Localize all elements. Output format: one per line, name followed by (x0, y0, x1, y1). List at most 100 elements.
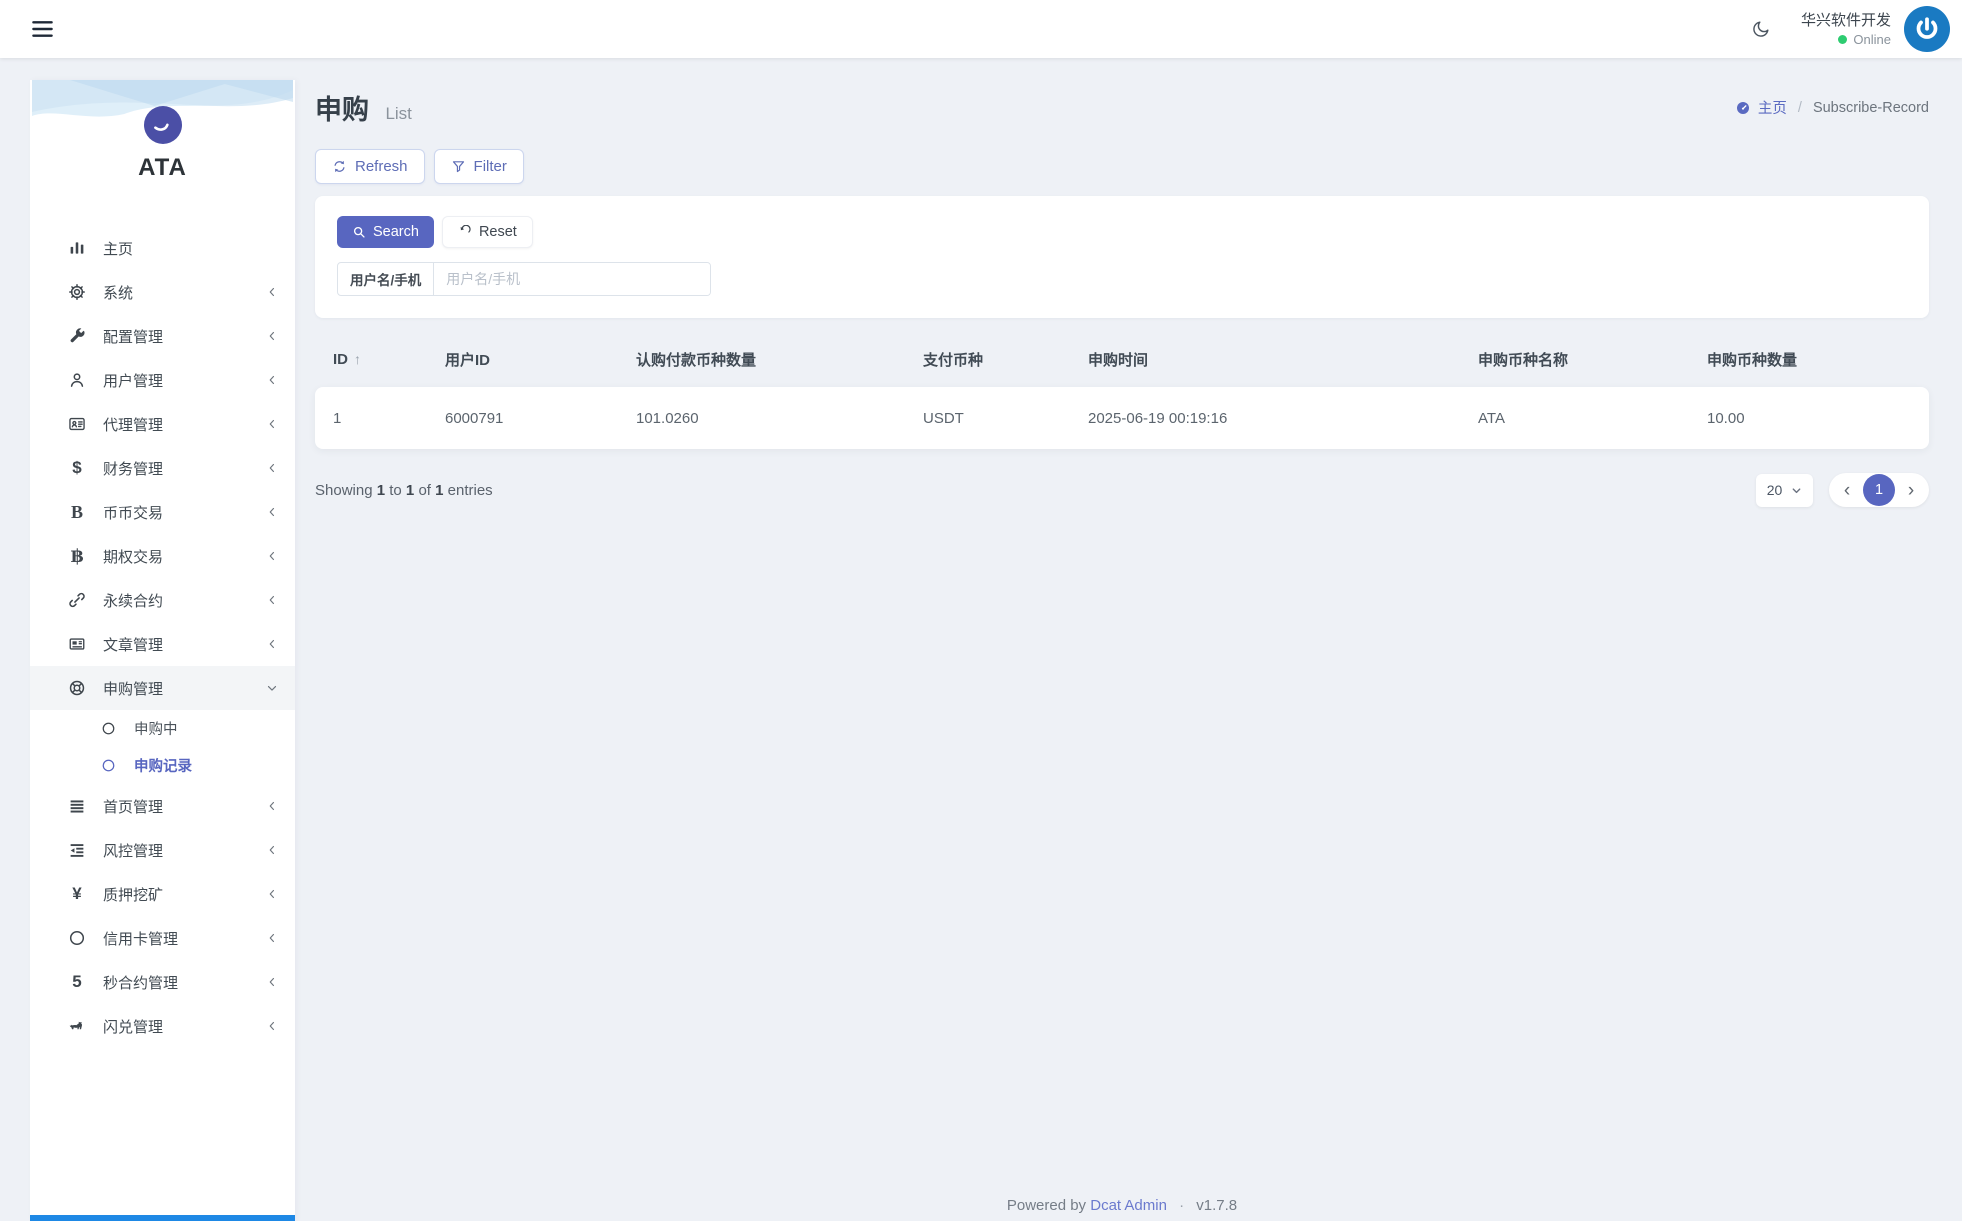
chevron-left-icon (265, 329, 279, 343)
sidebar-item-home-page[interactable]: 首页管理 (30, 784, 295, 828)
sidebar-bottom-accent (30, 1215, 295, 1221)
id-card-icon (66, 415, 88, 433)
refresh-button[interactable]: Refresh (315, 149, 425, 184)
user-icon (66, 371, 88, 389)
chevron-left-icon (265, 799, 279, 813)
reset-icon (458, 225, 472, 239)
list-icon (66, 797, 88, 815)
moon-icon (1751, 19, 1771, 39)
column-header: 认购付款币种数量 (618, 349, 905, 370)
sidebar-subitem-subscribe-record[interactable]: 申购记录 (30, 747, 295, 784)
sidebar-item-label: 质押挖矿 (103, 884, 265, 905)
power-icon (1912, 14, 1942, 44)
sidebar-item-home[interactable]: 主页 (30, 226, 295, 270)
current-page-button[interactable]: 1 (1863, 474, 1895, 506)
sidebar-item-label: 信用卡管理 (103, 928, 265, 949)
sort-asc-icon: ↑ (354, 351, 361, 367)
sidebar-item-options-trading[interactable]: ฿期权交易 (30, 534, 295, 578)
column-header: 申购时间 (1070, 349, 1460, 370)
sidebar-item-risk-control[interactable]: 风控管理 (30, 828, 295, 872)
column-header: 用户ID (427, 349, 618, 370)
column-header: 申购币种数量 (1689, 349, 1929, 370)
table-body: 16000791101.0260USDT2025-06-19 00:19:16A… (315, 387, 1929, 449)
chevron-down-icon (1791, 485, 1802, 496)
reset-button[interactable]: Reset (442, 216, 533, 248)
filter-button[interactable]: Filter (434, 149, 524, 184)
search-panel: Search Reset 用户名/手机 (315, 196, 1929, 318)
brand-name: ATA (30, 154, 295, 182)
chevron-left-icon (265, 461, 279, 475)
sidebar-item-articles[interactable]: 文章管理 (30, 622, 295, 666)
breadcrumb-separator: / (1798, 100, 1802, 116)
yen-icon: ¥ (66, 884, 88, 904)
dcat-admin-link[interactable]: Dcat Admin (1090, 1197, 1167, 1214)
sidebar-item-finance[interactable]: $财务管理 (30, 446, 295, 490)
showing-entries-text: Showing 1 to 1 of 1 entries (315, 482, 493, 499)
chevron-left-icon (265, 843, 279, 857)
next-page-button[interactable]: › (1902, 481, 1920, 500)
sidebar-item-label: 期权交易 (103, 546, 265, 567)
previous-page-button[interactable]: ‹ (1838, 481, 1856, 500)
sidebar-item-label: 永续合约 (103, 590, 265, 611)
chevron-left-icon (265, 505, 279, 519)
sidebar-item-subscribe[interactable]: 申购管理 (30, 666, 295, 710)
sidebar-subitem-subscribing[interactable]: 申购中 (30, 710, 295, 747)
sidebar-item-flash-exchange[interactable]: 闪兑管理 (30, 1004, 295, 1048)
sidebar-item-seconds-contract[interactable]: 5秒合约管理 (30, 960, 295, 1004)
breadcrumb-home-link[interactable]: 主页 (1735, 97, 1787, 118)
dark-mode-toggle[interactable] (1747, 15, 1775, 43)
brand-area: ATA (30, 80, 295, 226)
user-menu[interactable]: 华兴软件开发 Online (1801, 6, 1950, 52)
sidebar-item-staking-mining[interactable]: ¥ 质押挖矿 (30, 872, 295, 916)
username-phone-input[interactable] (434, 263, 710, 295)
sidebar-item-credit-card[interactable]: 信用卡管理 (30, 916, 295, 960)
user-name: 华兴软件开发 (1801, 12, 1891, 30)
username-phone-field-group: 用户名/手机 (337, 262, 711, 296)
letter-b-icon: B (66, 502, 88, 523)
sidebar-item-label: 秒合约管理 (103, 972, 265, 993)
circle-icon (97, 721, 119, 736)
search-icon (352, 225, 366, 239)
sidebar-item-label: 用户管理 (103, 370, 265, 391)
chevron-down-icon (265, 681, 279, 695)
online-status-label: Online (1853, 32, 1891, 47)
page-subtitle: List (385, 104, 411, 123)
grid-toolbar: Refresh Filter (315, 149, 1929, 184)
chevron-left-icon (265, 887, 279, 901)
link-icon (66, 591, 88, 609)
chart-bar-icon (66, 239, 88, 257)
filter-icon (451, 159, 466, 174)
chevron-left-icon (265, 931, 279, 945)
sidebar-subitem-label: 申购中 (134, 718, 279, 739)
sidebar-menu: 主页系统配置管理用户管理代理管理$财务管理B币币交易฿期权交易永续合约文章管理申… (30, 226, 295, 1048)
sidebar: ATA 主页系统配置管理用户管理代理管理 $财务管理 B 币币交易 ฿期权交易永续合约文… (30, 80, 295, 1221)
sidebar-toggle-button[interactable] (26, 14, 59, 44)
column-header: 支付币种 (905, 349, 1070, 370)
table-cell: 101.0260 (618, 410, 905, 427)
column-header: 申购币种名称 (1460, 349, 1689, 370)
chevron-left-icon (265, 417, 279, 431)
breadcrumb-current: Subscribe-Record (1813, 100, 1929, 116)
main-content: 申购 List 主页 / Subscribe-Record (315, 58, 1929, 1221)
sidebar-item-agents[interactable]: 代理管理 (30, 402, 295, 446)
table-cell: ATA (1460, 410, 1689, 427)
table-cell: 6000791 (427, 410, 618, 427)
sidebar-item-config[interactable]: 配置管理 (30, 314, 295, 358)
sidebar-item-users[interactable]: 用户管理 (30, 358, 295, 402)
sidebar-item-label: 代理管理 (103, 414, 265, 435)
breadcrumb: 主页 / Subscribe-Record (1735, 97, 1929, 118)
sidebar-item-label: 风控管理 (103, 840, 265, 861)
sidebar-item-label: 币币交易 (103, 502, 265, 523)
sidebar-item-perpetual-contract[interactable]: 永续合约 (30, 578, 295, 622)
sidebar-item-spot-trading[interactable]: B 币币交易 (30, 490, 295, 534)
sidebar-nav: 主页系统配置管理用户管理代理管理$财务管理B币币交易฿期权交易永续合约文章管理申… (30, 226, 295, 1048)
table-header-row: ID↑用户ID认购付款币种数量支付币种申购时间申购币种名称申购币种数量 (315, 336, 1929, 382)
wrench-icon (66, 327, 88, 345)
sidebar-item-system[interactable]: 系统 (30, 270, 295, 314)
table-cell: USDT (905, 410, 1070, 427)
per-page-select[interactable]: 20 (1756, 474, 1813, 507)
search-button[interactable]: Search (337, 216, 434, 248)
chevron-left-icon (265, 637, 279, 651)
column-header[interactable]: ID↑ (315, 351, 427, 368)
sidebar-subitem-label: 申购记录 (134, 755, 279, 776)
